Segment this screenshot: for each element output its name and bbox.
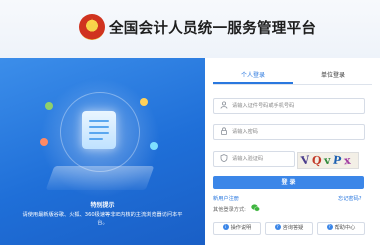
help-center-label: 帮助中心: [334, 225, 356, 231]
notice-text: 请使用最新版谷歌、火狐、360极速等非IE内核的主流浏览器访问本平台。: [22, 212, 183, 226]
national-emblem-icon: ★: [79, 14, 105, 40]
header: ★ 全国会计人员统一服务管理平台: [0, 0, 380, 58]
tab-personal-login[interactable]: 个人登录: [213, 70, 293, 84]
password-field[interactable]: [213, 124, 365, 140]
login-tabs: 个人登录 单位登录: [213, 70, 372, 85]
hero-orbit-icon: [45, 102, 53, 110]
consult-qa-label: 咨询答疑: [282, 225, 304, 231]
hero-orbit-icon: [140, 98, 148, 106]
question-icon: ?: [274, 223, 281, 230]
notice-title: 特别提示: [90, 202, 115, 209]
hero-banner: 特别提示 请使用最新版谷歌、火狐、360极速等非IE内核的主流浏览器访问本平台。: [0, 58, 205, 245]
id-field[interactable]: [213, 98, 365, 114]
captcha-image[interactable]: V Q v P x: [297, 152, 359, 169]
hero-platform: [45, 166, 155, 190]
password-input[interactable]: [232, 126, 357, 137]
other-login-label: 其他登录方式:: [213, 207, 246, 213]
consult-qa-button[interactable]: ? 咨询答疑: [265, 222, 313, 235]
id-input[interactable]: [232, 100, 357, 111]
captcha-field[interactable]: [213, 151, 295, 167]
register-link[interactable]: 新用户注册: [213, 195, 239, 202]
hero-orbit-icon: [40, 138, 48, 146]
forgot-password-link[interactable]: 忘记密码?: [338, 195, 362, 202]
user-icon: [219, 101, 228, 110]
special-notice: 特别提示 请使用最新版谷歌、火狐、360极速等非IE内核的主流浏览器访问本平台。: [0, 200, 205, 227]
operation-guide-button[interactable]: i 操作说明: [213, 222, 261, 235]
help-icon: ?: [326, 223, 333, 230]
info-icon: i: [222, 223, 229, 230]
lock-icon: [219, 127, 228, 136]
operation-guide-label: 操作说明: [230, 225, 252, 231]
shield-icon: [219, 154, 228, 163]
login-panel: 个人登录 单位登录 V Q v P x 登 录 新用户注册 忘记密码? 其他登录…: [205, 58, 380, 245]
document-icon: [82, 111, 116, 149]
help-center-button[interactable]: ? 帮助中心: [317, 222, 365, 235]
hero-orbit-icon: [150, 142, 158, 150]
tab-unit-login[interactable]: 单位登录: [293, 70, 373, 82]
page-title: 全国会计人员统一服务管理平台: [109, 21, 317, 37]
login-button[interactable]: 登 录: [213, 176, 364, 189]
captcha-input[interactable]: [232, 153, 292, 164]
wechat-icon[interactable]: [251, 204, 260, 212]
